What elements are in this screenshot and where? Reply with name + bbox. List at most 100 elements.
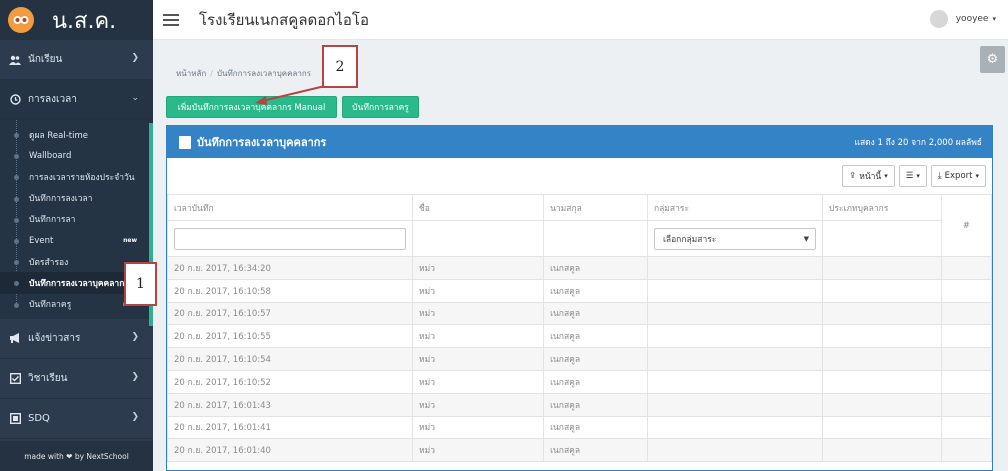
sidebar-item-label: Wallboard <box>29 150 72 161</box>
cell-time: 20 ก.ย. 2017, 16:34:20 <box>167 256 413 280</box>
hamburger-menu-icon[interactable] <box>163 13 179 26</box>
group-filter-select[interactable]: เลือกกลุ่มสาระ ▼ <box>653 227 816 250</box>
sidebar-group-sdq[interactable]: SDQ ❯ <box>0 399 153 439</box>
breadcrumb-home[interactable]: หน้าหลัก <box>176 69 206 78</box>
sidebar-item-label: Event <box>29 235 54 246</box>
table-row[interactable]: 20 ก.ย. 2017, 16:01:40 หม่ว เนกสคูล <box>167 438 993 463</box>
chevron-down-icon: ❯ <box>131 331 139 342</box>
cell-name: หม่ว <box>411 256 545 280</box>
page-export-dropdown[interactable]: ⇪ หน้านี้ ▾ <box>842 165 895 187</box>
cell-time: 20 ก.ย. 2017, 16:10:54 <box>167 347 413 371</box>
sidebar-item-daily-class[interactable]: การลงเวลารายห้องประจำวัน <box>0 166 153 187</box>
chevron-down-icon: ❯ <box>131 411 139 422</box>
cell-name: หม่ว <box>411 301 545 326</box>
table-toolbar: ⇪ หน้านี้ ▾ ☰ ▾ ⤓ Export ▾ <box>838 165 986 187</box>
cell-surname: เนกสคูล <box>543 278 648 303</box>
username: yooyee <box>955 14 989 24</box>
page-title: โรงเรียนเนกสคูลดอกไอโอ <box>199 10 369 29</box>
add-manual-attendance-button[interactable]: เพิ่มบันทึกการลงเวลาบุคคลากร Manual <box>166 96 337 118</box>
cell-surname: เนกสคูล <box>543 392 648 417</box>
col-header-time[interactable]: เวลาบันทึก <box>167 194 413 221</box>
teacher-leave-button[interactable]: บันทึกการลาครู <box>342 96 419 118</box>
clock-icon <box>8 94 22 105</box>
col-header-group[interactable]: กลุ่มสาระ <box>646 194 823 221</box>
cell-surname: เนกสคูล <box>543 256 648 280</box>
cell-time: 20 ก.ย. 2017, 16:10:52 <box>167 369 413 394</box>
table-row[interactable]: 20 ก.ย. 2017, 16:01:43 หม่ว เนกสคูล <box>167 392 993 417</box>
sidebar-item-leave-log[interactable]: บันทึกการลา <box>0 209 153 230</box>
book-icon <box>179 135 191 149</box>
users-icon <box>8 55 22 65</box>
breadcrumb-current: บันทึกการลงเวลาบุคคลากร <box>216 69 312 78</box>
sidebar-group-label: SDQ <box>28 412 50 424</box>
columns-dropdown[interactable]: ☰ ▾ <box>898 165 927 187</box>
col-header-name[interactable]: ชื่อ <box>411 194 545 221</box>
cell-surname: เนกสคูล <box>543 301 648 326</box>
sidebar-group-news[interactable]: แจ้งข่าวสาร ❯ <box>0 319 153 359</box>
export-dropdown[interactable]: ⤓ Export ▾ <box>930 165 986 187</box>
sidebar-group-attendance[interactable]: การลงเวลา ⌄ <box>0 80 153 120</box>
cell-time: 20 ก.ย. 2017, 16:10:57 <box>167 301 413 326</box>
table-row[interactable]: 20 ก.ย. 2017, 16:10:52 หม่ว เนกสคูล <box>167 369 993 394</box>
cell-time: 20 ก.ย. 2017, 16:01:40 <box>167 438 413 463</box>
cell-staff-type <box>821 256 942 280</box>
new-badge: new <box>123 237 137 245</box>
user-menu[interactable]: yooyee ▾ <box>929 10 996 28</box>
download-icon: ⤓ <box>937 171 942 181</box>
filter-row: เลือกกลุ่มสาระ ▼ <box>167 220 992 257</box>
sidebar-group-students[interactable]: นักเรียน ❯ <box>0 40 153 80</box>
sidebar-item-label: บันทึกการลงเวลาบุคคลากร <box>29 278 129 289</box>
cell-group <box>646 278 823 303</box>
group-filter-value: เลือกกลุ่มสาระ <box>662 234 717 245</box>
table-row[interactable]: 20 ก.ย. 2017, 16:10:58 หม่ว เนกสคูล <box>167 278 993 303</box>
page-label: หน้านี้ <box>859 172 882 182</box>
filter-cell: เลือกกลุ่มสาระ ▼ <box>646 220 823 257</box>
sidebar-item-attendance-log[interactable]: บันทึกการลงเวลา <box>0 188 153 209</box>
cell-staff-type <box>821 278 942 303</box>
sidebar: น.ส.ค. นักเรียน ❯ การลงเวลา ⌄ ดูผล Real-… <box>0 0 153 471</box>
cell-surname: เนกสคูล <box>543 438 648 463</box>
table-header-row: เวลาบันทึก ชื่อ นามสกุล กลุ่มสาระ ประเภท… <box>167 194 993 257</box>
cell-actions <box>940 392 993 417</box>
sidebar-item-label: บันทึกลาครู <box>29 300 72 311</box>
cell-actions <box>940 256 993 280</box>
cell-time: 20 ก.ย. 2017, 16:01:41 <box>167 415 413 440</box>
col-header-surname[interactable]: นามสกุล <box>543 194 648 221</box>
cell-actions <box>940 415 993 440</box>
time-filter-input[interactable] <box>174 227 406 250</box>
sidebar-item-label: ดูผล Real-time <box>29 130 89 141</box>
col-header-staff-type[interactable]: ประเภทบุคลากร <box>821 194 942 221</box>
caret-down-icon: ▾ <box>916 172 920 180</box>
cell-name: หม่ว <box>411 392 545 417</box>
sidebar-group-label: วิชาเรียน <box>28 372 68 384</box>
share-icon: ⇪ <box>849 171 857 181</box>
annotation-step-1: 1 <box>124 262 157 306</box>
topbar: โรงเรียนเนกสคูลดอกไอโอ yooyee ▾ <box>153 0 1008 40</box>
cell-name: หม่ว <box>411 369 545 394</box>
cell-staff-type <box>821 347 942 371</box>
cell-name: หม่ว <box>411 347 545 371</box>
table-row[interactable]: 20 ก.ย. 2017, 16:34:20 หม่ว เนกสคูล <box>167 256 993 280</box>
gear-icon[interactable]: ⚙ <box>980 46 1005 73</box>
caret-down-icon: ▾ <box>884 172 888 180</box>
annotation-step-2: 2 <box>322 45 358 88</box>
caret-down-icon: ▾ <box>975 172 979 180</box>
cell-actions <box>940 347 993 371</box>
cell-surname: เนกสคูล <box>543 369 648 394</box>
table-row[interactable]: 20 ก.ย. 2017, 16:10:55 หม่ว เนกสคูล <box>167 324 993 349</box>
cell-group <box>646 301 823 326</box>
cell-group <box>646 347 823 371</box>
table-row[interactable]: 20 ก.ย. 2017, 16:10:54 หม่ว เนกสคูล <box>167 347 993 371</box>
sidebar-group-label: นักเรียน <box>28 54 63 65</box>
sidebar-item-event[interactable]: Event new <box>0 230 153 251</box>
panel-header: บันทึกการลงเวลาบุคคลากร แสดง 1 ถึง 20 จา… <box>167 126 992 158</box>
table-row[interactable]: 20 ก.ย. 2017, 16:01:41 หม่ว เนกสคูล <box>167 415 993 440</box>
sidebar-item-label: บันทึกการลงเวลา <box>29 194 93 205</box>
cell-surname: เนกสคูล <box>543 415 648 440</box>
cell-group <box>646 369 823 394</box>
sidebar-item-realtime[interactable]: ดูผล Real-time <box>0 124 153 145</box>
sidebar-group-subjects[interactable]: วิชาเรียน ❯ <box>0 359 153 399</box>
table-row[interactable]: 20 ก.ย. 2017, 16:10:57 หม่ว เนกสคูล <box>167 301 993 326</box>
chevron-down-icon: ⌄ <box>131 93 139 103</box>
sidebar-item-wallboard[interactable]: Wallboard <box>0 145 153 166</box>
